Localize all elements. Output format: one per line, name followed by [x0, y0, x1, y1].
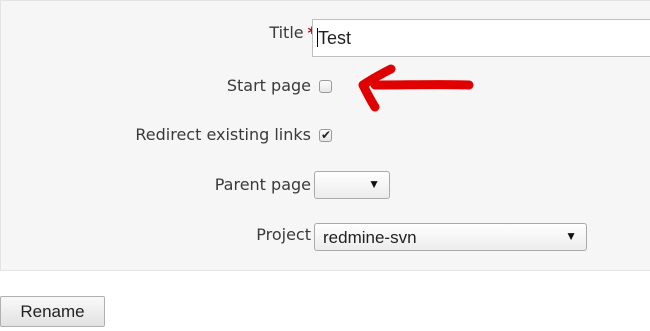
red-arrow-annotation — [358, 64, 474, 112]
title-input-value: Test — [318, 28, 352, 48]
start-page-label: Start page — [226, 76, 311, 95]
rename-form-box: Title* Test Start page Redirect existing… — [0, 0, 650, 271]
checkmark-icon: ✔ — [321, 128, 332, 142]
redirect-existing-links-checkbox[interactable]: ✔ — [319, 128, 332, 142]
chevron-down-icon: ▼ — [565, 229, 577, 243]
project-label: Project — [256, 225, 311, 244]
start-page-checkbox[interactable] — [319, 80, 332, 93]
project-value: redmine-svn — [323, 228, 417, 247]
redirect-existing-links-label: Redirect existing links — [135, 125, 311, 144]
title-label: Title* — [269, 23, 316, 42]
chevron-down-icon: ▼ — [368, 177, 380, 191]
title-input[interactable]: Test — [312, 19, 650, 57]
project-select[interactable]: redmine-svn ▼ — [314, 223, 587, 251]
parent-page-select[interactable]: ▼ — [314, 171, 390, 199]
rename-button[interactable]: Rename — [0, 296, 105, 327]
parent-page-label: Parent page — [214, 175, 311, 194]
title-label-text: Title — [269, 23, 304, 42]
